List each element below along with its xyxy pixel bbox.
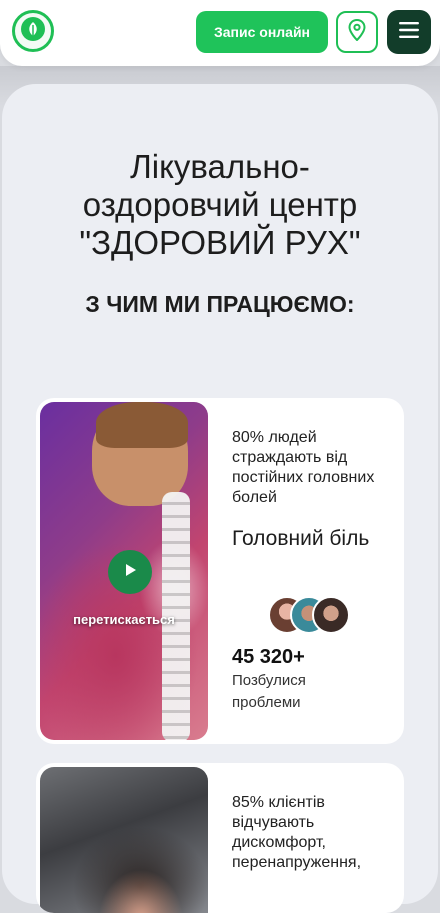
title-line-2: оздоровчий центр	[82, 186, 358, 223]
video-thumbnail[interactable]	[40, 767, 208, 913]
service-card[interactable]: 85% клієнтів відчувають дискомфорт, пере…	[36, 763, 404, 913]
service-card[interactable]: перетискається 80% людей страждають від …	[36, 398, 404, 744]
patient-avatars	[268, 596, 358, 636]
play-button[interactable]	[108, 550, 152, 594]
section-heading: З ЧИМ МИ ПРАЦЮЄМО:	[85, 291, 355, 317]
leaf-icon	[20, 16, 46, 47]
map-pin-icon	[348, 18, 366, 46]
video-thumbnail[interactable]: перетискається	[40, 402, 208, 740]
menu-button[interactable]	[387, 10, 431, 54]
play-icon	[122, 562, 138, 583]
title-line-1: Лікувально-	[130, 148, 310, 185]
avatar	[312, 596, 350, 634]
card-description: 80% людей страждають від постійних голов…	[232, 429, 375, 506]
title-line-3: "ЗДОРОВИЙ РУХ"	[79, 224, 361, 261]
map-button[interactable]	[336, 11, 378, 53]
logo[interactable]	[12, 10, 54, 52]
patients-count: 45 320+	[232, 646, 305, 668]
video-caption: перетискається	[73, 612, 175, 627]
condition-title: Головний біль	[232, 527, 370, 550]
header: Запис онлайн	[0, 0, 440, 66]
page-title: Лікувально- оздоровчий центр "ЗДОРОВИЙ Р…	[0, 148, 440, 262]
hamburger-menu-icon	[399, 21, 419, 43]
thumbnail-hair	[96, 402, 188, 448]
book-online-button[interactable]: Запис онлайн	[196, 11, 328, 53]
card-description: 85% клієнтів відчувають дискомфорт, пере…	[232, 794, 362, 871]
patients-count-label: Позбулися проблеми	[232, 672, 306, 711]
